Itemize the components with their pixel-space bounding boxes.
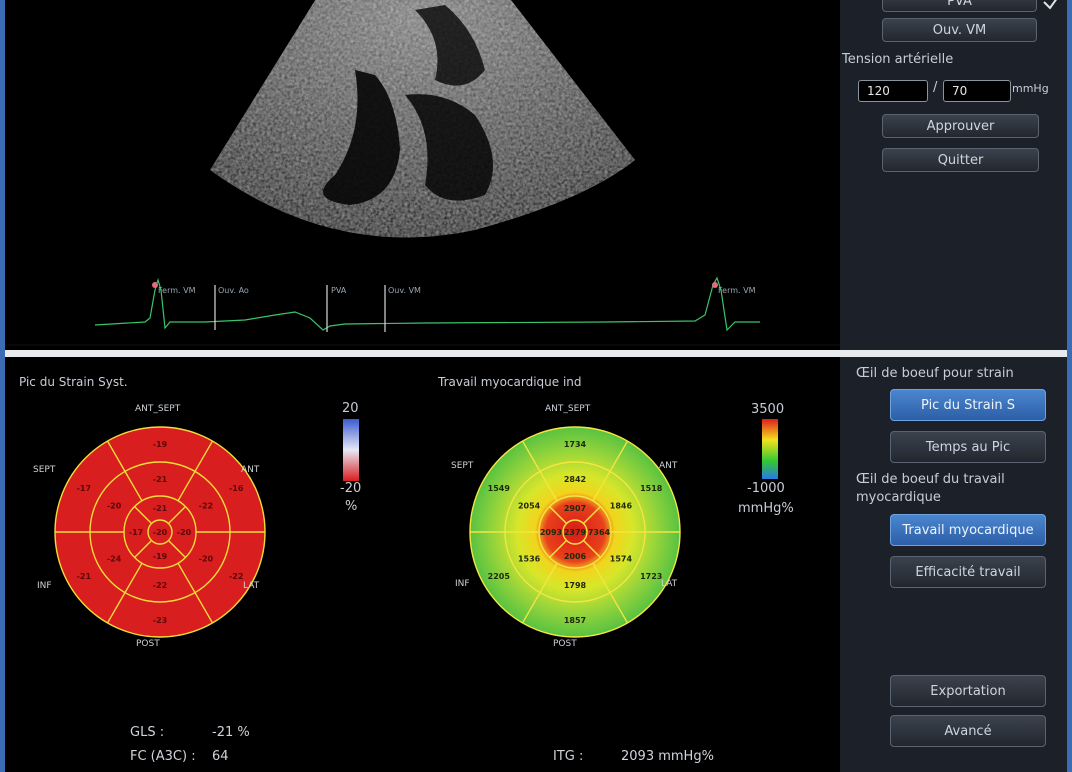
- ecg-marker-ouv-ao: Ouv. Ao: [218, 286, 249, 295]
- work-mid-segment-6: 2054: [518, 502, 541, 511]
- work-scale-max: 3500: [751, 402, 785, 417]
- gls-label: GLS :: [130, 725, 165, 740]
- strain-apical-segment-3: -19: [153, 552, 168, 561]
- ecg-marker-ouv-vm: Ouv. VM: [388, 286, 421, 295]
- peak-strain-button[interactable]: Pic du Strain S: [890, 389, 1046, 421]
- work-label-post: POST: [553, 639, 577, 649]
- strain-mid-segment-4: -22: [153, 581, 167, 590]
- strain-label-ant: ANT: [241, 465, 260, 475]
- strain-scale-min: -20: [340, 481, 362, 496]
- strain-color-scale: [343, 419, 359, 481]
- fc-value: 64: [212, 749, 229, 764]
- strain-bullseye[interactable]: -19 -16 -22 -23 -21 -17 -21 -22 -20 -22 -24 -20 -21 -…: [35, 407, 285, 657]
- strain-basal-segment-6: -17: [77, 484, 91, 493]
- time-to-peak-button[interactable]: Temps au Pic: [890, 431, 1046, 463]
- work-bullseye[interactable]: 1734 1518 1723 1857 2205 1549 2842 1846 1574 1798…: [450, 407, 700, 657]
- strain-label-post: POST: [136, 639, 160, 649]
- pane-divider: [0, 350, 1072, 357]
- itg-value: 2093 mmHg%: [621, 749, 714, 764]
- strain-apical-segment-4: -17: [129, 528, 143, 537]
- strain-mid-segment-2: -22: [199, 502, 213, 511]
- quit-button[interactable]: Quitter: [882, 148, 1039, 172]
- work-scale-min: -1000: [747, 481, 785, 496]
- gls-value: -21 %: [212, 725, 250, 740]
- work-apical-segment-3: 2006: [564, 552, 587, 561]
- strain-label-ant-sept: ANT_SEPT: [135, 404, 181, 414]
- approve-button[interactable]: Approuver: [882, 114, 1039, 138]
- work-label-ant-sept: ANT_SEPT: [545, 404, 591, 414]
- strain-apical-segment-1: -21: [153, 504, 168, 513]
- work-section-label: Œil de boeuf du travail myocardique: [856, 472, 1005, 505]
- ultrasound-view[interactable]: Ferm. VM Ouv. Ao PVA Ouv. VM Ferm. VM: [5, 0, 840, 350]
- work-label-ant: ANT: [659, 461, 678, 471]
- strain-label-sept: SEPT: [33, 465, 56, 475]
- strain-apical-segment-2: -20: [177, 528, 192, 537]
- strain-basal-segment-4: -23: [153, 616, 167, 625]
- strain-scale-max: 20: [342, 401, 359, 416]
- work-mid-segment-1: 2842: [564, 475, 586, 484]
- work-label-inf: INF: [455, 579, 470, 589]
- work-label-lat: LAT: [661, 579, 678, 589]
- ouv-vm-button[interactable]: Ouv. VM: [882, 18, 1037, 42]
- work-scale-unit: mmHg%: [738, 501, 794, 516]
- work-map-title: Travail myocardique ind: [438, 375, 582, 389]
- work-mid-segment-3: 1574: [610, 555, 633, 564]
- strain-basal-segment-5: -21: [77, 572, 92, 581]
- ecg-trace: [94, 276, 760, 332]
- strain-map-title: Pic du Strain Syst.: [19, 375, 128, 389]
- export-button[interactable]: Exportation: [890, 675, 1046, 707]
- bp-systolic-input[interactable]: 120: [858, 80, 928, 102]
- work-basal-segment-1: 1734: [564, 440, 587, 449]
- strain-scale-unit: %: [345, 499, 358, 514]
- work-apex-segment: 2379: [564, 528, 587, 537]
- strain-mid-segment-1: -21: [153, 475, 168, 484]
- ecg-marker-ferm-vm-2: Ferm. VM: [718, 286, 756, 295]
- work-basal-segment-5: 2205: [488, 572, 511, 581]
- strain-mid-segment-6: -20: [107, 502, 122, 511]
- work-mid-segment-2: 1846: [610, 502, 633, 511]
- itg-label: ITG :: [553, 749, 584, 764]
- work-basal-segment-6: 1549: [488, 484, 511, 493]
- fc-label: FC (A3C) :: [130, 749, 196, 764]
- bp-unit: mmHg: [1012, 82, 1049, 95]
- work-apical-segment-2: 7364: [588, 528, 611, 537]
- strain-basal-segment-3: -22: [229, 572, 243, 581]
- work-basal-segment-3: 1723: [640, 572, 662, 581]
- pva-button[interactable]: PVA: [882, 0, 1037, 12]
- myocardial-work-button[interactable]: Travail myocardique: [890, 514, 1046, 546]
- advanced-button[interactable]: Avancé: [890, 715, 1046, 747]
- event-controls-panel: PVA Ouv. VM Tension artérielle 120 / 70 …: [840, 0, 1067, 350]
- work-mid-segment-5: 1536: [518, 555, 541, 564]
- strain-section-label: Œil de boeuf pour strain: [856, 366, 1014, 381]
- ecg-marker-ferm-vm: Ferm. VM: [158, 286, 196, 295]
- work-label-sept: SEPT: [451, 461, 474, 471]
- work-color-scale: [762, 419, 778, 479]
- bp-diastolic-input[interactable]: 70: [943, 80, 1011, 102]
- work-basal-segment-2: 1518: [640, 484, 663, 493]
- bullseye-pane: Pic du Strain Syst. Travail myocardique …: [5, 357, 840, 772]
- work-apical-segment-4: 2093: [540, 528, 562, 537]
- work-mid-segment-4: 1798: [564, 581, 587, 590]
- bullseye-options-panel: Œil de boeuf pour strain Pic du Strain S…: [840, 357, 1067, 772]
- strain-basal-segment-1: -19: [153, 440, 168, 449]
- strain-mid-segment-3: -20: [199, 555, 214, 564]
- strain-apex-segment: -20: [153, 528, 168, 537]
- check-icon: [1043, 0, 1057, 10]
- strain-label-inf: INF: [37, 581, 52, 591]
- strain-basal-segment-2: -16: [229, 484, 244, 493]
- ecg-marker-pva: PVA: [331, 286, 347, 295]
- work-basal-segment-4: 1857: [564, 616, 586, 625]
- work-efficiency-button[interactable]: Efficacité travail: [890, 556, 1046, 588]
- work-apical-segment-1: 2907: [564, 504, 586, 513]
- strain-label-lat: LAT: [243, 581, 260, 591]
- strain-mid-segment-5: -24: [107, 555, 122, 564]
- bp-label: Tension artérielle: [842, 52, 954, 67]
- bp-separator: /: [933, 80, 938, 95]
